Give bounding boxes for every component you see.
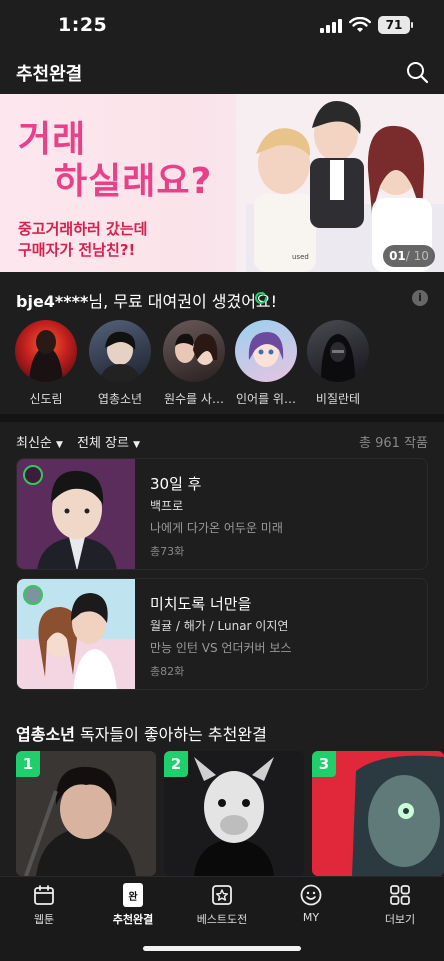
smile-icon	[300, 884, 322, 906]
rental-item-label: 신도림	[29, 392, 63, 406]
rental-thumb	[163, 320, 225, 382]
genre-dropdown[interactable]: 전체 장르 ▼	[77, 432, 140, 451]
rental-item-label: 엽총소년	[97, 392, 143, 406]
list-item-episodes: 총82화	[150, 665, 185, 678]
app-header: 추천완결	[0, 52, 444, 94]
tab-label: 웹툰	[33, 913, 55, 926]
rank-badge: 1	[16, 751, 40, 777]
banner-page-current: 01	[389, 249, 406, 263]
wifi-icon	[349, 17, 371, 32]
grid-icon	[390, 885, 410, 905]
book-complete-badge: 완	[128, 892, 138, 903]
rental-thumb	[89, 320, 151, 382]
clock-icon	[23, 465, 43, 485]
recommended-item[interactable]: 1	[16, 751, 156, 876]
list-item-author: 월귤 / 해가 / Lunar 이지연	[150, 619, 289, 633]
list-item[interactable]: 30일 후 백프로 나에게 다가온 어두운 미래 총73화	[16, 458, 428, 570]
recommended-title: 엽총소년 독자들이 좋아하는 추천완결	[16, 721, 267, 745]
status-time: 1:25	[58, 14, 108, 36]
battery-tip	[411, 22, 413, 28]
list-item-desc: 만능 인턴 VS 언더커버 보스	[150, 641, 292, 655]
rental-item[interactable]: 신도림	[12, 320, 80, 407]
list-item-title: 30일 후	[150, 475, 202, 493]
banner-page-total: / 10	[405, 249, 429, 263]
recommended-item[interactable]: 2	[164, 751, 304, 876]
list-item-desc: 나에게 다가온 어두운 미래	[150, 521, 283, 535]
rental-avatar-list: 신도림 엽총소년 원수를 사… 인어를 위… 비질란테	[0, 320, 444, 410]
tab-my[interactable]: MY	[267, 883, 355, 924]
rental-message: bje4****님, 무료 대여권이 생겼어요!	[16, 288, 277, 312]
home-indicator[interactable]	[143, 946, 301, 951]
rental-item-label: 인어를 위…	[236, 392, 296, 406]
filter-bar: 최신순 ▼ 전체 장르 ▼ 총 961 작품	[0, 430, 444, 451]
chevron-down-icon: ▼	[133, 440, 141, 450]
book-complete-icon: 완	[123, 883, 143, 907]
banner-page-counter: 01/ 10	[383, 245, 435, 267]
genre-label: 전체 장르	[77, 436, 129, 451]
rental-item-label: 비질란테	[315, 392, 361, 406]
sort-label: 최신순	[16, 436, 52, 451]
work-count: 총 961 작품	[359, 436, 428, 451]
tab-more[interactable]: 더보기	[356, 883, 444, 927]
rental-user: bje4****	[16, 292, 89, 311]
status-bar: 1:25 71	[0, 0, 444, 52]
star-challenge-icon	[212, 885, 232, 905]
banner-art-label: used	[292, 253, 309, 261]
search-icon[interactable]	[405, 60, 429, 84]
recommended-title-bold: 엽총소년	[16, 725, 75, 744]
tab-label: MY	[302, 911, 320, 924]
tab-label: 추천완결	[112, 913, 154, 926]
sort-dropdown[interactable]: 최신순 ▼	[16, 432, 63, 451]
banner-subline-2: 구매자가 전남친?!	[18, 241, 136, 259]
list-item-author: 백프로	[150, 499, 184, 513]
page-title: 추천완결	[16, 64, 83, 85]
rental-item[interactable]: 엽총소년	[86, 320, 154, 407]
rental-item[interactable]: 비질란테	[304, 320, 372, 407]
banner-subline-1: 중고거래하러 갔는데	[18, 220, 148, 238]
rental-item-label: 원수를 사…	[164, 392, 224, 406]
list-item-title: 미치도록 너만을	[150, 595, 252, 613]
tab-best-challenge[interactable]: 베스트도전	[178, 883, 266, 927]
tab-recommended-complete[interactable]: 완 추천완결	[89, 883, 177, 927]
section-divider	[0, 414, 444, 422]
battery-indicator: 71	[378, 16, 410, 34]
calendar-icon	[34, 885, 54, 905]
signal-icon	[320, 19, 342, 33]
clock-icon	[23, 585, 43, 605]
refresh-icon[interactable]	[253, 290, 269, 306]
rental-text: 님, 무료 대여권이 생겼어요!	[88, 292, 278, 311]
tab-label: 더보기	[384, 913, 416, 926]
banner-headline-2: 하실래요?	[54, 161, 213, 202]
rental-thumb	[235, 320, 297, 382]
free-rental-section: bje4****님, 무료 대여권이 생겼어요! i 신도림 엽총소년 원수를 …	[0, 284, 444, 414]
rental-item[interactable]: 인어를 위…	[232, 320, 300, 407]
list-item[interactable]: 미치도록 너만을 월귤 / 해가 / Lunar 이지연 만능 인턴 VS 언더…	[16, 578, 428, 690]
promo-banner[interactable]: 거래 하실래요? 중고거래하러 갔는데 구매자가 전남친?! used	[0, 94, 444, 272]
rental-thumb	[15, 320, 77, 382]
recommended-title-rest: 독자들이 좋아하는 추천완결	[74, 725, 267, 744]
info-icon[interactable]: i	[412, 290, 428, 306]
tab-webtoon[interactable]: 웹툰	[0, 883, 88, 927]
tab-label: 베스트도전	[196, 913, 248, 926]
recommended-item[interactable]: 3	[312, 751, 444, 876]
rank-badge: 2	[164, 751, 188, 777]
rental-item[interactable]: 원수를 사…	[160, 320, 228, 407]
rank-badge: 3	[312, 751, 336, 777]
rental-thumb	[307, 320, 369, 382]
chevron-down-icon: ▼	[56, 440, 63, 450]
list-item-episodes: 총73화	[150, 545, 185, 558]
